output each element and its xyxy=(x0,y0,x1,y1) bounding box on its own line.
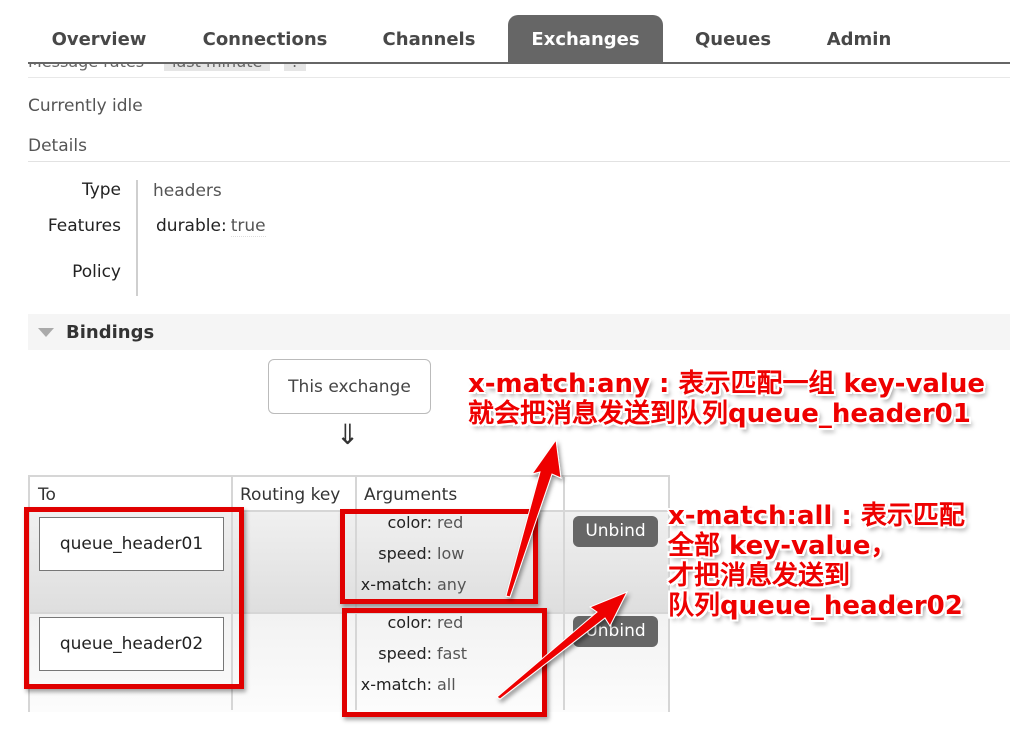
tab-exchanges[interactable]: Exchanges xyxy=(508,15,663,62)
annotation-line: 队列queue_header02 xyxy=(668,591,963,621)
column-header-to: To xyxy=(38,485,56,505)
annotation-line: x-match:any : 表示匹配一组 key-value xyxy=(468,369,986,399)
status-text: Currently idle xyxy=(28,96,143,116)
tab-queues[interactable]: Queues xyxy=(676,15,790,62)
this-exchange-box: This exchange xyxy=(268,359,431,414)
annotation-line: 全部 key-value， xyxy=(668,531,897,561)
column-header-routing-key: Routing key xyxy=(240,485,341,505)
highlight-box-args-any xyxy=(340,509,538,604)
annotation-line: 才把消息发送到 xyxy=(668,561,851,591)
tab-overview[interactable]: Overview xyxy=(28,15,170,62)
highlight-box-queues xyxy=(24,507,244,689)
tab-channels[interactable]: Channels xyxy=(362,15,496,62)
details-heading[interactable]: Details xyxy=(28,136,87,156)
type-label: Type xyxy=(81,180,121,200)
features-value: durable: true xyxy=(156,216,266,237)
annotation-all: x-match:all : 表示匹配 全部 key-value， 才把消息发送到… xyxy=(668,501,965,621)
top-nav: Overview Connections Channels Exchanges … xyxy=(0,0,1010,64)
down-arrow-icon: ⇓ xyxy=(336,418,360,451)
tab-connections[interactable]: Connections xyxy=(180,15,350,62)
details-separator xyxy=(136,180,138,296)
feature-value: true xyxy=(230,216,266,237)
column-divider xyxy=(563,477,565,710)
feature-key: durable: xyxy=(156,216,227,236)
features-label: Features xyxy=(47,216,121,236)
divider xyxy=(28,77,1010,78)
bindings-heading: Bindings xyxy=(66,322,155,343)
nav-divider xyxy=(28,62,1010,64)
annotation-line: x-match:all : 表示匹配 xyxy=(668,501,965,531)
type-value: headers xyxy=(153,181,222,201)
annotation-any: x-match:any : 表示匹配一组 key-value 就会把消息发送到队… xyxy=(468,369,985,429)
highlight-box-args-all xyxy=(342,608,547,717)
annotation-line: 就会把消息发送到队列queue_header01 xyxy=(468,399,971,429)
column-header-arguments: Arguments xyxy=(364,485,458,505)
divider xyxy=(28,161,1010,162)
policy-label: Policy xyxy=(72,262,121,282)
bindings-section-header[interactable]: Bindings xyxy=(28,314,1010,350)
collapse-triangle-icon xyxy=(38,328,54,337)
unbind-button[interactable]: Unbind xyxy=(573,516,658,547)
unbind-button[interactable]: Unbind xyxy=(573,616,658,647)
tab-admin[interactable]: Admin xyxy=(806,15,912,62)
